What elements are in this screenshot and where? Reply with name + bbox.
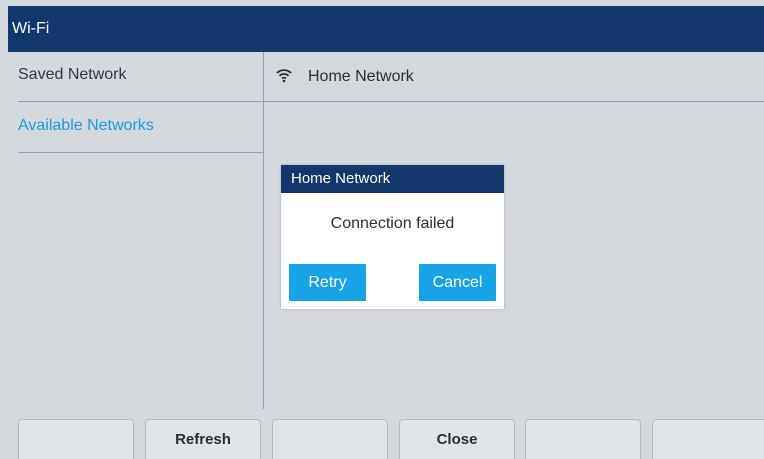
connection-dialog: Home Network Connection failed Retry Can…: [281, 165, 504, 309]
sidebar-item-saved-network[interactable]: Saved Network: [18, 52, 264, 102]
sidebar: Saved Network Available Networks: [8, 52, 264, 409]
network-name: Home Network: [308, 68, 414, 85]
window-title: Wi-Fi: [8, 6, 764, 52]
softkey-5[interactable]: [525, 419, 641, 459]
softkey-3[interactable]: [272, 419, 388, 459]
softkey-6[interactable]: [652, 419, 764, 459]
pane-divider: [263, 52, 264, 409]
retry-button[interactable]: Retry: [289, 264, 366, 301]
sidebar-item-available-networks[interactable]: Available Networks: [18, 103, 264, 153]
softkey-bar: Refresh Close: [8, 409, 764, 459]
network-row[interactable]: Home Network: [264, 52, 764, 102]
dialog-message: Connection failed: [330, 215, 455, 232]
cancel-button[interactable]: Cancel: [419, 264, 496, 301]
softkey-1[interactable]: [18, 419, 134, 459]
refresh-button[interactable]: Refresh: [145, 419, 261, 459]
close-button[interactable]: Close: [399, 419, 515, 459]
wifi-icon: [276, 69, 292, 83]
wifi-screen: Wi-Fi Saved Network Available Networks H…: [0, 0, 764, 459]
dialog-title: Home Network: [281, 165, 504, 193]
